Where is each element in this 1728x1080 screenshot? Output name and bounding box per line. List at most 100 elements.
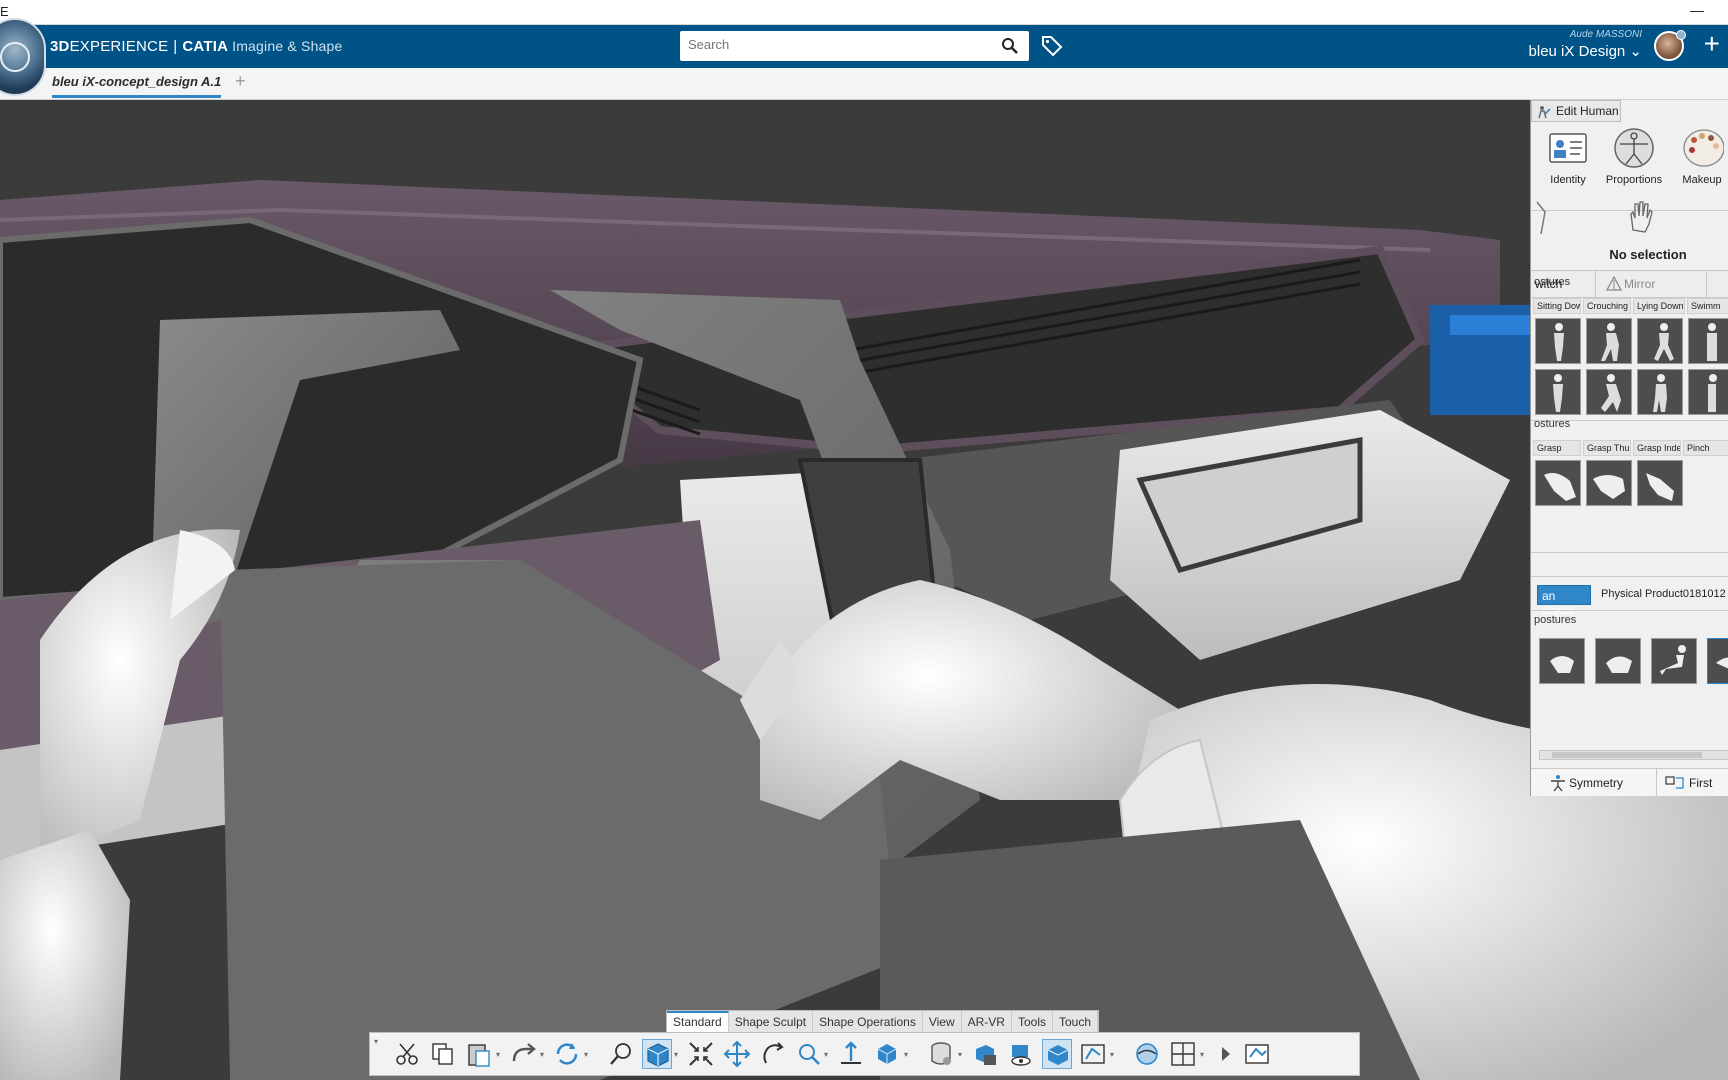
view-mode-dropdown-icon[interactable]: ▾ [674, 1050, 682, 1059]
scrollbar-thumb[interactable] [1552, 752, 1702, 758]
search-icon[interactable] [1001, 37, 1019, 55]
tool-proportions[interactable]: Proportions [1599, 126, 1669, 194]
workbench-button[interactable] [1242, 1039, 1272, 1069]
zoom-area-button[interactable] [606, 1039, 636, 1069]
update-button[interactable] [552, 1039, 582, 1069]
hand-tab-grasp[interactable]: Grasp [1533, 440, 1581, 456]
search-input[interactable] [688, 37, 988, 52]
hand-tab-grasp-thumb[interactable]: Grasp Thu [1583, 440, 1631, 456]
id-card-icon [1549, 133, 1587, 163]
brand-3d: 3D [50, 38, 70, 55]
action-bar-expand-icon[interactable]: ▾ [374, 1037, 382, 1046]
rotate-button[interactable] [758, 1039, 788, 1069]
symmetry-label: Symmetry [1569, 776, 1623, 790]
hand-left-icon[interactable] [1535, 200, 1549, 236]
update-dropdown-icon[interactable]: ▾ [584, 1050, 592, 1059]
mirror-icon [1606, 276, 1622, 291]
tool-identity[interactable]: Identity [1533, 126, 1603, 194]
multi-view-dropdown-icon[interactable]: ▾ [1200, 1050, 1208, 1059]
posture-tab-swimming[interactable]: Swimm [1687, 298, 1728, 314]
cmd-tab-touch[interactable]: Touch [1053, 1011, 1099, 1032]
tenant-selector[interactable]: bleu iX Design ⌄ [1529, 42, 1642, 60]
posture-tab-crouching[interactable]: Crouching [1583, 298, 1631, 314]
more-commands-button[interactable] [1212, 1039, 1242, 1069]
depth-button[interactable] [1042, 1039, 1072, 1069]
add-button[interactable]: + [1704, 29, 1720, 59]
render-style-dropdown-icon[interactable]: ▾ [958, 1050, 966, 1059]
hand-posture-thumb[interactable] [1535, 460, 1581, 506]
section-button[interactable] [1078, 1039, 1108, 1069]
update-icon [556, 1043, 578, 1065]
posture-tab-lying[interactable]: Lying Down [1633, 298, 1685, 314]
fit-all-button[interactable] [686, 1039, 716, 1069]
redo-button[interactable] [508, 1039, 538, 1069]
user-info[interactable]: Aude MASSONI bleu iX Design ⌄ [1529, 29, 1642, 60]
avatar[interactable] [1654, 30, 1686, 61]
posture-thumb[interactable] [1688, 369, 1728, 415]
cmd-tab-standard[interactable]: Standard [667, 1011, 729, 1032]
object-posture-thumb[interactable] [1707, 638, 1728, 684]
ambience-button[interactable] [1132, 1039, 1162, 1069]
hide-show-button[interactable] [970, 1039, 1000, 1069]
new-tab-button[interactable]: + [235, 71, 246, 92]
3d-viewport[interactable] [0, 100, 1728, 1080]
pan-button[interactable] [722, 1039, 752, 1069]
cut-button[interactable] [392, 1039, 422, 1069]
body-postures-tabs: Sitting Dow Crouching Lying Down Swimm [1531, 298, 1728, 314]
paste-dropdown-icon[interactable]: ▾ [496, 1050, 504, 1059]
horizontal-scrollbar[interactable] [1539, 750, 1728, 760]
window-title-bar: E — [0, 0, 1728, 25]
hand-posture-thumb[interactable] [1586, 460, 1632, 506]
tool-makeup[interactable]: Makeup [1667, 126, 1728, 194]
redo-dropdown-icon[interactable]: ▾ [540, 1050, 548, 1059]
multi-view-icon [1171, 1042, 1195, 1066]
posture-thumb[interactable] [1586, 369, 1632, 415]
posture-thumb[interactable] [1535, 318, 1581, 364]
posture-thumb[interactable] [1688, 318, 1728, 364]
tab-concept-design[interactable]: bleu iX-concept_design A.1 [52, 74, 222, 98]
paste-button[interactable] [464, 1039, 494, 1069]
cmd-tab-tools[interactable]: Tools [1012, 1011, 1053, 1032]
zoom-button[interactable] [794, 1039, 824, 1069]
posture-thumb[interactable] [1535, 369, 1581, 415]
posture-tab-sitting[interactable]: Sitting Dow [1533, 298, 1581, 314]
section-divider [1531, 576, 1728, 577]
cmd-tab-ar-vr[interactable]: AR-VR [962, 1011, 1012, 1032]
look-at-button[interactable] [1006, 1039, 1036, 1069]
hand-tab-grasp-index[interactable]: Grasp Inde [1633, 440, 1681, 456]
section-dropdown-icon[interactable]: ▾ [1110, 1050, 1118, 1059]
iso-view-dropdown-icon[interactable]: ▾ [904, 1050, 912, 1059]
mirror-label: Mirror [1624, 277, 1656, 291]
zoom-dropdown-icon[interactable]: ▾ [824, 1050, 832, 1059]
multi-view-button[interactable] [1168, 1039, 1198, 1069]
posture-thumb[interactable] [1637, 318, 1683, 364]
render-style-button[interactable] [926, 1039, 956, 1069]
tag-icon[interactable] [1040, 33, 1064, 57]
symmetry-button[interactable]: Symmetry [1531, 769, 1657, 796]
object-posture-thumb[interactable] [1595, 638, 1641, 684]
hand-posture-thumb[interactable] [1637, 460, 1683, 506]
hand-right-icon[interactable] [1627, 200, 1655, 234]
posture-thumb[interactable] [1586, 318, 1632, 364]
cmd-tab-view[interactable]: View [923, 1011, 962, 1032]
normal-view-button[interactable] [836, 1039, 866, 1069]
first-person-button[interactable]: First [1657, 769, 1728, 796]
object-posture-thumb[interactable] [1651, 638, 1697, 684]
copy-icon [432, 1043, 453, 1065]
cmd-tab-shape-sculpt[interactable]: Shape Sculpt [729, 1011, 814, 1032]
tool-identity-label: Identity [1550, 174, 1586, 186]
compass-icon[interactable] [0, 18, 46, 96]
hand-tab-pinch[interactable]: Pinch [1683, 440, 1728, 456]
view-mode-button[interactable] [642, 1039, 672, 1069]
iso-view-button[interactable] [872, 1039, 902, 1069]
mirror-button[interactable]: Mirror [1595, 271, 1707, 298]
panel-title[interactable]: Edit Human [1531, 100, 1621, 122]
copy-button[interactable] [428, 1039, 458, 1069]
brand-experience: EXPERIENCE [69, 38, 169, 55]
minimize-button[interactable]: — [1690, 2, 1704, 18]
cmd-tab-shape-operations[interactable]: Shape Operations [813, 1011, 923, 1032]
search-box[interactable] [680, 31, 1029, 61]
posture-thumb[interactable] [1637, 369, 1683, 415]
select-object-button[interactable]: an object [1537, 585, 1591, 617]
object-posture-thumb[interactable] [1539, 638, 1585, 684]
